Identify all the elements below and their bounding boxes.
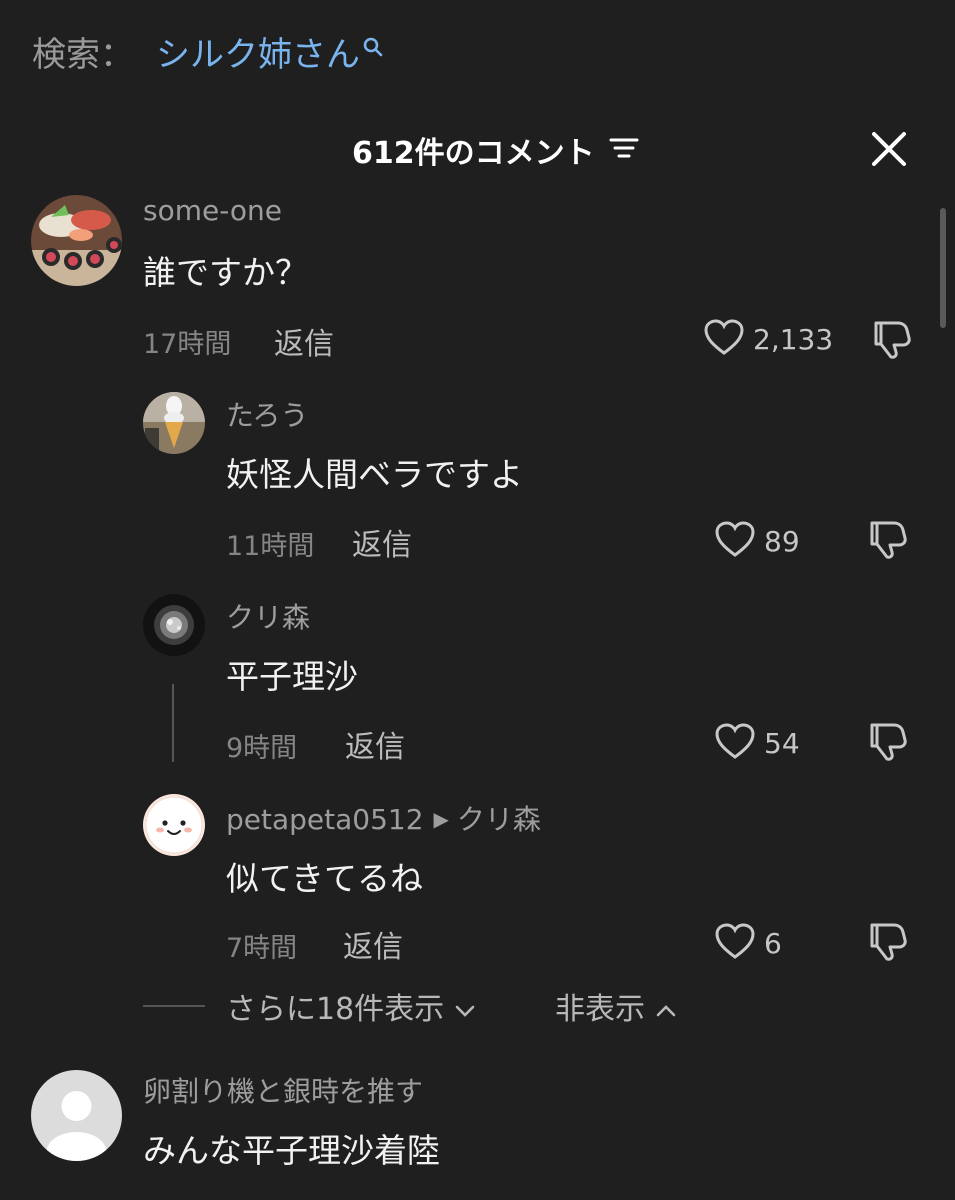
comment-username[interactable]: some-one [143,194,282,227]
reply-item: クリ森 平子理沙 9時間 返信 54 [0,592,955,772]
comments-title: 612件のコメント [352,128,639,172]
avatar[interactable] [143,392,205,454]
reply-button[interactable]: 返信 [345,722,405,766]
reply-item: たろう 妖怪人間ベラですよ 11時間 返信 89 [0,390,955,570]
search-label: 検索： [32,34,134,75]
comment-time: 9時間 [226,733,298,764]
comment-time: 17時間 [143,329,232,360]
comment-username[interactable]: petapeta0512 [226,803,424,836]
avatar[interactable] [31,1070,122,1161]
reply-item: petapeta0512 ▶ クリ森 似てきてるね 7時間 返信 6 [0,794,955,974]
comment-text: 誰ですか？ [143,253,308,292]
reply-button[interactable]: 返信 [343,922,403,966]
close-icon[interactable] [870,130,908,172]
comment-time: 11時間 [226,531,315,562]
comment-item: some-one 誰ですか？ 17時間 返信 2,133 [0,190,955,370]
comment-text: 平子理沙 [226,657,358,696]
reply-arrow-icon: ▶ [433,807,449,831]
comment-time: 7時間 [226,933,298,964]
heart-icon [714,922,756,964]
avatar[interactable] [143,794,205,856]
reply-to-username[interactable]: クリ森 [457,803,541,836]
dislike-icon[interactable] [866,720,910,766]
show-more-label: さらに18件表示 [226,992,445,1027]
like-button[interactable]: 2,133 [703,318,833,360]
hide-replies-button[interactable]: 非表示 [555,984,677,1028]
like-count: 6 [764,926,782,960]
comment-text: 妖怪人間ベラですよ [226,455,523,494]
thread-line [172,684,174,762]
search-icon[interactable] [362,29,384,69]
like-button[interactable]: 6 [714,922,782,964]
hide-label: 非表示 [555,992,645,1027]
reply-button[interactable]: 返信 [274,319,334,363]
like-button[interactable]: 89 [714,520,800,562]
comment-username-line: petapeta0512 ▶ クリ森 [226,798,541,838]
comment-username[interactable]: クリ森 [226,596,310,636]
avatar[interactable] [143,594,205,656]
like-count: 2,133 [753,322,834,356]
like-count: 89 [764,524,800,558]
heart-icon [714,722,756,764]
search-bar[interactable]: 検索： シルク姉さん [32,26,384,76]
dislike-icon[interactable] [866,518,910,564]
comment-username[interactable]: 卵割り機と銀時を推す [143,1070,423,1110]
dislike-icon[interactable] [866,920,910,966]
comment-count: 612件のコメント [352,136,595,171]
comment-text: みんな平子理沙着陸 [143,1131,440,1170]
chevron-down-icon [454,992,476,1027]
like-button[interactable]: 54 [714,722,800,764]
heart-icon [703,318,745,360]
divider-line [143,1005,205,1007]
chevron-up-icon [655,992,677,1027]
show-more-replies-button[interactable]: さらに18件表示 [226,984,476,1028]
heart-icon [714,520,756,562]
comment-text: 似てきてるね [226,859,424,898]
comments-header: 612件のコメント [0,120,955,176]
dislike-icon[interactable] [870,318,914,364]
search-term-link[interactable]: シルク姉さん [156,27,360,76]
sort-filter-icon[interactable] [609,133,639,168]
comment-username[interactable]: たろう [226,394,308,434]
like-count: 54 [764,726,800,760]
avatar[interactable] [31,195,122,286]
reply-button[interactable]: 返信 [352,520,412,564]
comment-item: 卵割り機と銀時を推す みんな平子理沙着陸 [0,1066,955,1200]
